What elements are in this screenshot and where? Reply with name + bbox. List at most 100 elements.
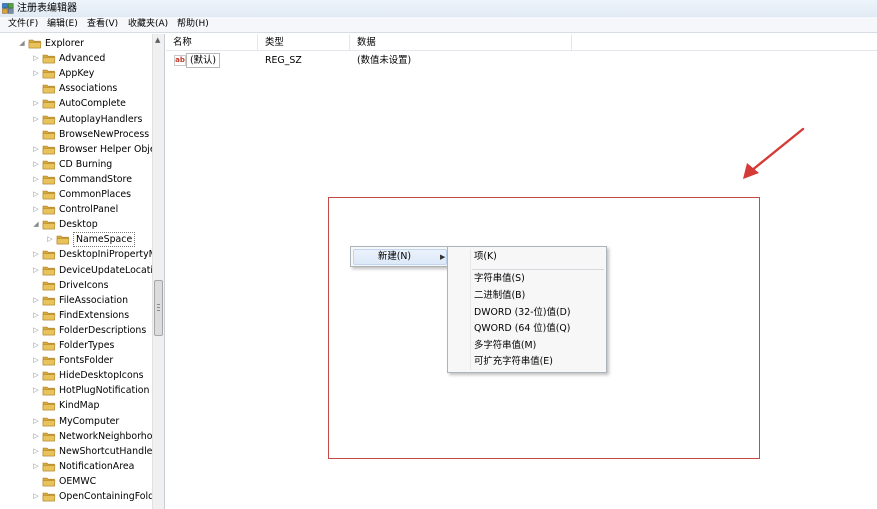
tree-item-label: FileAssociation [59, 294, 129, 306]
folder-icon [42, 356, 56, 366]
collapsed-arrow-icon[interactable]: ▷ [32, 385, 40, 395]
menu-item-string-value[interactable]: 字符串值(S) [474, 272, 525, 286]
scroll-thumb[interactable] [154, 280, 163, 336]
tree-item[interactable]: ◢ Explorer [0, 36, 152, 51]
collapsed-arrow-icon[interactable]: ▷ [32, 144, 40, 154]
table-row[interactable]: ab (默认) REG_SZ (数值未设置) [166, 52, 877, 69]
tree-item[interactable]: ▷ HotPlugNotification [0, 383, 152, 398]
tree-item[interactable]: ▷ Browser Helper Obje [0, 142, 155, 157]
menu-favorites[interactable]: 收藏夹(A) [126, 18, 170, 31]
folder-icon [42, 462, 56, 472]
menu-item-new[interactable]: 新建(N) [378, 250, 411, 264]
folder-icon [42, 145, 56, 154]
tree-item-label: HideDesktopIcons [59, 370, 144, 382]
tree-item[interactable]: ▷ FolderTypes [0, 338, 152, 353]
tree-item[interactable]: BrowseNewProcess [0, 127, 152, 142]
collapsed-arrow-icon[interactable]: ▷ [32, 68, 40, 78]
collapsed-arrow-icon[interactable]: ▷ [32, 446, 40, 456]
title-bar: 注册表编辑器 [0, 0, 877, 17]
folder-icon [42, 417, 56, 426]
registry-tree[interactable]: ◢ Explorer ▷ Advanced ▷ AppKey Associations ▷ Au… [0, 34, 165, 509]
tree-scrollbar[interactable]: ▲ [152, 34, 164, 509]
collapsed-arrow-icon[interactable]: ▷ [32, 265, 40, 275]
tree-item[interactable]: ▷ CD Burning [0, 157, 152, 172]
collapsed-arrow-icon[interactable]: ▷ [32, 114, 40, 124]
collapsed-arrow-icon[interactable]: ▷ [32, 325, 40, 335]
collapsed-arrow-icon[interactable]: ▷ [32, 159, 40, 169]
folder-icon [42, 160, 56, 170]
tree-item[interactable]: DriveIcons [0, 278, 152, 293]
collapsed-arrow-icon[interactable]: ▷ [32, 491, 40, 501]
value-name[interactable]: (默认) [186, 53, 221, 68]
submenu-arrow-icon: ▶ [440, 253, 446, 261]
scroll-up-icon[interactable]: ▲ [155, 36, 160, 44]
tree-item[interactable]: ▷ CommandStore [0, 172, 152, 187]
menu-item-multi-string-value[interactable]: 多字符串值(M) [474, 339, 536, 353]
column-name-header[interactable]: 名称 [166, 34, 258, 51]
collapsed-arrow-icon[interactable]: ▷ [32, 355, 40, 365]
tree-item[interactable]: ▷ FileAssociation [0, 293, 152, 308]
tree-item-label: DeviceUpdateLocatic [59, 264, 159, 276]
collapsed-arrow-icon[interactable]: ▷ [32, 340, 40, 350]
values-list-header: 名称 类型 数据 [166, 34, 877, 51]
tree-item[interactable]: ▷ FolderDescriptions [0, 323, 152, 338]
column-data-header[interactable]: 数据 [350, 34, 572, 51]
collapsed-arrow-icon[interactable]: ▷ [32, 204, 40, 214]
tree-item[interactable]: ▷ AutoComplete [0, 96, 152, 111]
column-type-header[interactable]: 类型 [258, 34, 350, 51]
collapsed-arrow-icon[interactable]: ▷ [46, 234, 54, 244]
tree-item-label: CommandStore [59, 173, 132, 185]
tree-item[interactable]: OEMWC [0, 474, 152, 489]
folder-icon [42, 402, 56, 411]
tree-item[interactable]: ▷ DesktopIniPropertyM [0, 247, 156, 262]
tree-item[interactable]: KindMap [0, 398, 152, 413]
menu-help[interactable]: 帮助(H) [175, 18, 211, 31]
grip-line [157, 307, 160, 308]
collapsed-arrow-icon[interactable]: ▷ [32, 431, 40, 441]
tree-item[interactable]: ▷ NewShortcutHandler [0, 444, 156, 459]
menu-item-qword-value[interactable]: QWORD (64 位)值(Q) [474, 322, 570, 336]
tree-item[interactable]: ▷ OpenContainingFold [0, 489, 154, 504]
tree-item[interactable]: ▷ HideDesktopIcons [0, 368, 152, 383]
menu-edit[interactable]: 编辑(E) [45, 18, 80, 31]
tree-item[interactable]: ▷ AutoplayHandlers [0, 112, 152, 127]
tree-item[interactable]: ▷ ControlPanel [0, 202, 152, 217]
tree-item[interactable]: ◢ Desktop [0, 217, 152, 232]
tree-item-label: Browser Helper Obje [59, 143, 156, 155]
collapsed-arrow-icon[interactable]: ▷ [32, 416, 40, 426]
tree-item[interactable]: ▷ AppKey [0, 66, 152, 81]
tree-item[interactable]: Associations [0, 81, 152, 96]
folder-icon [42, 54, 56, 64]
tree-item[interactable]: ▷ NetworkNeighborho [0, 429, 152, 444]
tree-item-label: OEMWC [59, 475, 97, 487]
collapsed-arrow-icon[interactable]: ▷ [32, 370, 40, 380]
value-type: REG_SZ [265, 55, 302, 66]
menu-item-expandable-string-value[interactable]: 可扩充字符串值(E) [474, 355, 553, 369]
tree-item[interactable]: ▷ Advanced [0, 51, 152, 66]
tree-item[interactable]: ▷ NotificationArea [0, 459, 152, 474]
collapsed-arrow-icon[interactable]: ▷ [32, 310, 40, 320]
tree-item-label: HotPlugNotification [59, 385, 150, 397]
tree-item[interactable]: ▷ NameSpace [0, 232, 152, 248]
expanded-arrow-icon[interactable]: ◢ [32, 219, 40, 229]
collapsed-arrow-icon[interactable]: ▷ [32, 189, 40, 199]
expanded-arrow-icon[interactable]: ◢ [18, 38, 26, 48]
collapsed-arrow-icon[interactable]: ▷ [32, 295, 40, 305]
tree-item[interactable]: ▷ MyComputer [0, 414, 152, 429]
collapsed-arrow-icon[interactable]: ▷ [32, 249, 40, 259]
collapsed-arrow-icon[interactable]: ▷ [32, 174, 40, 184]
string-value-icon: ab [174, 55, 186, 66]
menu-view[interactable]: 查看(V) [85, 18, 120, 31]
annotation-arrow-icon [743, 127, 805, 179]
collapsed-arrow-icon[interactable]: ▷ [32, 98, 40, 108]
menu-file[interactable]: 文件(F) [6, 18, 40, 31]
menu-item-binary-value[interactable]: 二进制值(B) [474, 289, 525, 303]
collapsed-arrow-icon[interactable]: ▷ [32, 53, 40, 63]
tree-item[interactable]: ▷ FindExtensions [0, 308, 152, 323]
tree-item[interactable]: ▷ DeviceUpdateLocatic [0, 263, 158, 278]
menu-item-key[interactable]: 项(K) [474, 250, 497, 264]
collapsed-arrow-icon[interactable]: ▷ [32, 461, 40, 471]
tree-item[interactable]: ▷ FontsFolder [0, 353, 152, 368]
tree-item[interactable]: ▷ CommonPlaces [0, 187, 152, 202]
menu-item-dword-value[interactable]: DWORD (32-位)值(D) [474, 306, 571, 320]
